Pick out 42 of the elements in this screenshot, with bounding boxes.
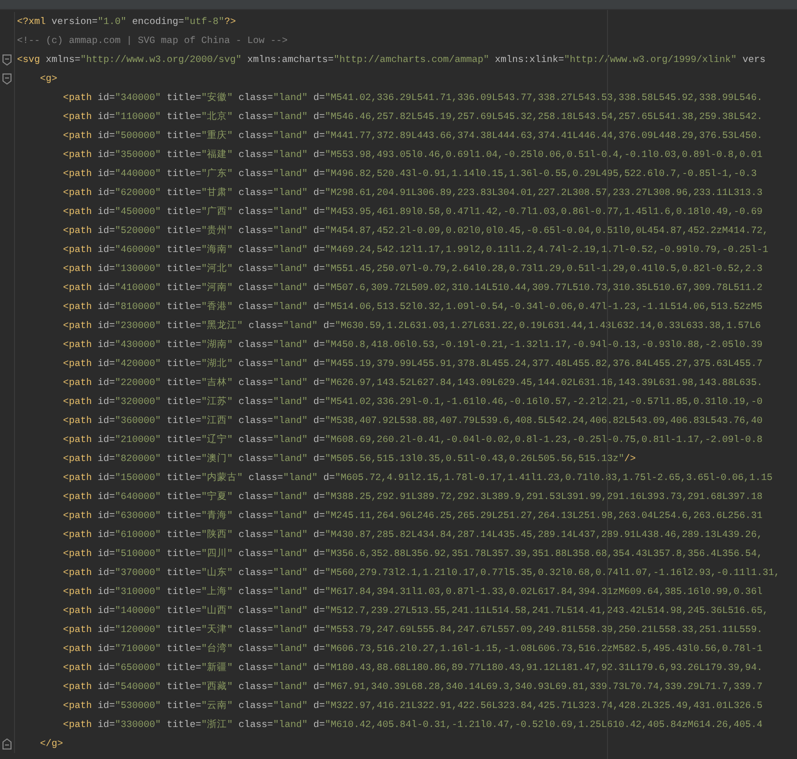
code-line: <path id="430000" title="湖南" class="land" d="M450.8,418.06l0.53,-0.19l-0.21,-1.32l1.17,-0.94l-0.13,-0.93l0.88,-2.05l0.39	[62, 338, 762, 352]
code-line: <g>	[39, 72, 58, 86]
code-line: <path id="420000" title="湖北" class="land" d="M455.19,379.99L455.91,378.8L455.24,377.48L455.82,376.84L455.27,375.63L455.7	[62, 356, 762, 370]
fold-icon[interactable]	[2, 738, 12, 750]
code-line: <path id="540000" title="西藏" class="land" d="M67.91,340.39L68.28,340.14L69.3,340.93L69.81,339.73L70.74,339.29L71.7,339.7	[62, 680, 762, 694]
code-line: <path id="820000" title="澳门" class="land" d="M505.56,515.13l0.35,0.51l-0.43,0.26L505.56,515.13z"/>	[62, 452, 636, 466]
code-line: <path id="220000" title="吉林" class="land" d="M626.97,143.52L627.84,143.09L629.45,144.02L631.16,143.39L631.98,143.88L635.	[62, 376, 762, 390]
code-line: <path id="360000" title="江西" class="land" d="M538,407.92L538.88,407.79L539.6,408.5L542.24,406.82L543.09,406.83L543.76,40	[62, 414, 762, 428]
code-line: <path id="340000" title="安徽" class="land" d="M541.02,336.29L541.71,336.09L543.77,338.27L543.53,338.58L545.92,338.99L546.	[62, 90, 762, 104]
code-line: <path id="710000" title="台湾" class="land" d="M606.73,516.2l0.27,1.16l-1.15,-1.08L606.73,516.2zM582.5,495.43l0.56,0.78l-1	[62, 642, 762, 656]
code-line: <path id="320000" title="江苏" class="land" d="M541.02,336.29l-0.1,-1.61l0.46,-0.16l0.57,-2.2l2.21,-0.57l1.85,0.31l0.19,-0	[62, 394, 762, 408]
code-line: <path id="500000" title="重庆" class="land" d="M441.77,372.89L443.66,374.38L444.63,374.41L446.44,376.09L448.29,376.53L450.	[62, 128, 762, 142]
code-line: <path id="650000" title="新疆" class="land" d="M180.43,88.68L180.86,89.77L180.43,91.12L181.47,92.31L179.6,93.26L179.39,94.	[62, 660, 762, 674]
code-line: </g>	[39, 736, 64, 750]
code-line: <path id="310000" title="上海" class="land" d="M617.84,394.31l1.03,0.87l-1.33,0.02L617.84,394.31zM609.64,385.16l0.99,0.36l	[62, 584, 762, 598]
code-line: <path id="520000" title="贵州" class="land" d="M454.87,452.2l-0.09,0.02l0,0l0.45,-0.65l-0.04,0.51l0,0L454.87,452.2zM414.72,	[62, 224, 768, 238]
code-line: <path id="120000" title="天津" class="land" d="M553.79,247.69L555.84,247.67L557.09,249.81L558.39,250.21L558.33,251.11L559.	[62, 622, 762, 636]
code-line: <path id="370000" title="山东" class="land" d="M560,279.73l2.1,1.21l0.17,0.77l5.35,0.32l0.68,0.74l1.07,-1.16l2.93,-0.11l1.31,	[62, 566, 780, 580]
code-line: <path id="330000" title="浙江" class="land" d="M610.42,405.84l-0.31,-1.21l0.47,-0.52l0.69,1.25L610.42,405.84zM614.26,405.4	[62, 718, 762, 732]
code-line: <path id="610000" title="陕西" class="land" d="M430.87,285.82L434.84,287.14L435.45,289.14L437,289.91L438.46,289.13L439.26,	[62, 528, 762, 542]
code-line: <svg xmlns="http://www.w3.org/2000/svg" xmlns:amcharts="http://amcharts.com/ammap" xmlns:xlink="http://www.w3.org/1999/xlink" vers	[17, 52, 766, 66]
code-line: <path id="140000" title="山西" class="land" d="M512.7,239.27L513.55,241.11L514.58,241.7L514.41,243.42L514.98,245.36L516.65,	[62, 604, 768, 618]
code-line: <path id="150000" title="内蒙古" class="land" d="M605.72,4.91l2.15,1.78l-0.17,1.41l1.23,0.71l0.83,1.75l-2.65,3.65l-0.06,1.15	[62, 470, 772, 484]
code-line: <path id="130000" title="河北" class="land" d="M551.45,250.07l-0.79,2.64l0.28,0.73l1.29,0.51l-1.29,0.41l0.5,0.82l-0.52,2.3	[62, 262, 762, 276]
code-line: <path id="810000" title="香港" class="land" d="M514.06,513.52l0.32,1.09l-0.54,-0.34l-0.06,0.47l-1.23,-1.1L514.06,513.52zM5	[62, 300, 762, 314]
code-line: <?xml version="1.0" encoding="utf-8"?>	[17, 14, 236, 28]
code-line: <path id="510000" title="四川" class="land" d="M356.6,352.88L356.92,351.78L357.39,351.88L358.68,354.43L357.8,356.4L356.54,	[62, 546, 762, 560]
code-line: <path id="530000" title="云南" class="land" d="M322.97,416.21L322.91,422.56L323.84,425.71L323.74,428.2L325.49,431.01L326.5	[62, 698, 762, 712]
code-line: <path id="350000" title="福建" class="land" d="M553.98,493.05l0.46,0.69l1.04,-0.25l0.06,0.51l-0.4,-0.1l0.03,0.89l-0.8,0.01	[62, 148, 762, 162]
code-line: <path id="640000" title="宁夏" class="land" d="M388.25,292.91L389.72,292.3L389.9,291.53L391.99,291.16L393.73,291.68L397.18	[62, 490, 762, 504]
code-line: <path id="110000" title="北京" class="land" d="M546.46,257.82L545.19,257.69L545.32,258.18L543.54,257.65L541.38,259.38L542.	[62, 110, 762, 124]
code-line: <path id="620000" title="甘肃" class="land" d="M298.61,204.91L306.89,223.83L304.01,227.2L308.57,233.27L308.96,233.11L313.3	[62, 186, 762, 200]
code-line: <path id="230000" title="黑龙江" class="land" d="M630.59,1.2L631.03,1.27L631.22,0.19L631.44,1.43L632.14,0.33L633.38,1.57L6	[62, 318, 761, 332]
code-line: <path id="450000" title="广西" class="land" d="M453.95,461.89l0.58,0.47l1.42,-0.7l1.03,0.86l-0.77,1.45l1.6,0.18l0.49,-0.69	[62, 204, 762, 218]
code-line: <path id="210000" title="辽宁" class="land" d="M608.69,260.2l-0.41,-0.04l-0.02,0.8l-1.23,-0.25l-0.75,0.81l-1.17,-2.09l-0.8	[62, 432, 762, 446]
code-line: <path id="410000" title="河南" class="land" d="M507.6,309.72L509.02,310.14L510.44,309.77L510.73,310.35L510.67,309.78L511.2	[62, 280, 762, 294]
fold-icon[interactable]	[2, 72, 12, 84]
code-line: <path id="440000" title="广东" class="land" d="M496.82,520.43l-0.91,1.14l0.15,1.36l-0.55,0.29L495,522.6l0.7,-0.85l-1,-0.3	[62, 166, 757, 180]
fold-icon[interactable]	[2, 54, 12, 66]
code-line: <path id="630000" title="青海" class="land" d="M245.11,264.96L246.25,265.29L251.27,264.13L251.98,263.04L254.6,263.6L256.31	[62, 508, 762, 522]
code-line: <!-- (c) ammap.com | SVG map of China - Low -->	[17, 34, 288, 48]
code-line: <path id="460000" title="海南" class="land" d="M469.24,542.12l1.17,1.99l2,0.11l1.2,4.74l-2.19,1.7l-0.52,-0.99l0.79,-0.25l-1	[62, 242, 768, 256]
